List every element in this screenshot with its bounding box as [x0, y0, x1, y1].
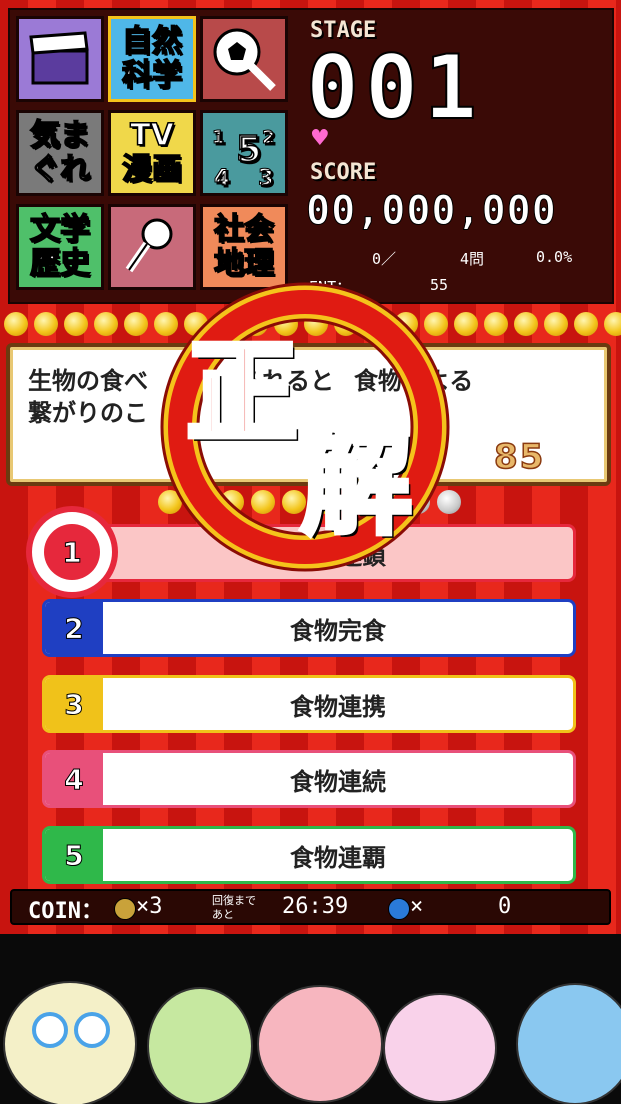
coin-count: ×3 [136, 894, 163, 919]
category-numbers[interactable]: 5 1 2 4 3 [200, 110, 288, 196]
answer-button-2[interactable]: 2 食物完食 [42, 599, 576, 657]
category-sports[interactable] [200, 16, 288, 102]
category-literature-history[interactable]: 文学 歴史 [16, 204, 104, 290]
category-label: 文学 歴史 [29, 212, 91, 282]
coin-label: COIN： [28, 899, 103, 924]
correct-glyph-2: 解 [298, 418, 415, 553]
category-movie[interactable] [16, 16, 104, 102]
question-count: 4問 [460, 250, 485, 268]
answer-button-5[interactable]: 5 食物連覇 [42, 826, 576, 884]
light-bulb [34, 312, 58, 336]
recover-label-2: あと [212, 908, 234, 921]
score-value: 00,000,000 [306, 188, 557, 235]
correct-stamp: 正 解 [160, 282, 450, 572]
category-label: 気ま ぐれ [29, 118, 91, 188]
light-bulb [124, 312, 148, 336]
gem-icon [388, 898, 410, 920]
light-bulb [484, 312, 508, 336]
svg-text:1: 1 [212, 127, 225, 148]
correct-rate: 0.0% [536, 248, 573, 266]
heart-icon: ♥ [310, 126, 330, 151]
score-label: SCORE [310, 160, 377, 185]
movie-clapper-icon [29, 31, 89, 85]
gem-value: 0 [498, 894, 512, 919]
answer-number: 1 [44, 524, 100, 580]
answer-number: 2 [45, 602, 103, 654]
category-label: 社会 地理 [213, 212, 275, 282]
answer-label: 食物連覇 [290, 843, 386, 872]
answer-label: 食物連携 [290, 692, 386, 721]
svg-text:2: 2 [262, 127, 275, 148]
category-music[interactable] [108, 204, 196, 290]
category-whimsy[interactable]: 気ま ぐれ [16, 110, 104, 196]
answer-button-3[interactable]: 3 食物連携 [42, 675, 576, 733]
answer-number: 3 [45, 678, 103, 730]
light-bulb [4, 312, 28, 336]
gem-count: × [410, 894, 424, 919]
sports-ball-icon [213, 28, 276, 91]
light-bulb [604, 312, 621, 336]
numbers-icon: 5 1 2 4 3 [212, 127, 276, 192]
answer-label: 食物連続 [290, 767, 386, 796]
character-strip [0, 934, 621, 1104]
category-tv-manga[interactable]: TV 漫画 [108, 110, 196, 196]
svg-text:4: 4 [214, 166, 229, 191]
answer-number: 4 [45, 753, 103, 805]
answer-label: 食物完食 [290, 616, 386, 645]
coin-icon [114, 898, 136, 920]
light-bulb [574, 312, 598, 336]
recover-timer: 26:39 [282, 894, 349, 919]
light-bulb [544, 312, 568, 336]
light-bulb [94, 312, 118, 336]
svg-text:3: 3 [258, 166, 273, 191]
light-bulb [454, 312, 478, 336]
elephant-characters-illustration [3, 981, 621, 1104]
correct-count: 0／ [372, 250, 397, 268]
svg-text:5: 5 [236, 129, 261, 170]
answer-button-4[interactable]: 4 食物連続 [42, 750, 576, 808]
stage-number: 001 [305, 36, 483, 139]
light-bulb [514, 312, 538, 336]
category-label: TV 漫画 [121, 118, 183, 188]
question-timer: 85 [493, 436, 546, 478]
correct-glyph-1: 正 [184, 326, 301, 461]
category-society-geography[interactable]: 社会 地理 [200, 204, 288, 290]
microphone-icon [125, 218, 173, 273]
category-natural-science[interactable]: 自然 科学 [108, 16, 196, 102]
light-bulb [64, 312, 88, 336]
question-line2: 繋がりのこ [28, 399, 148, 427]
answer-number: 5 [45, 829, 103, 881]
question-line1: 生物の食べ [28, 367, 148, 395]
category-label: 自然 科学 [121, 24, 183, 94]
selected-answer-marker: 1 [26, 506, 118, 598]
